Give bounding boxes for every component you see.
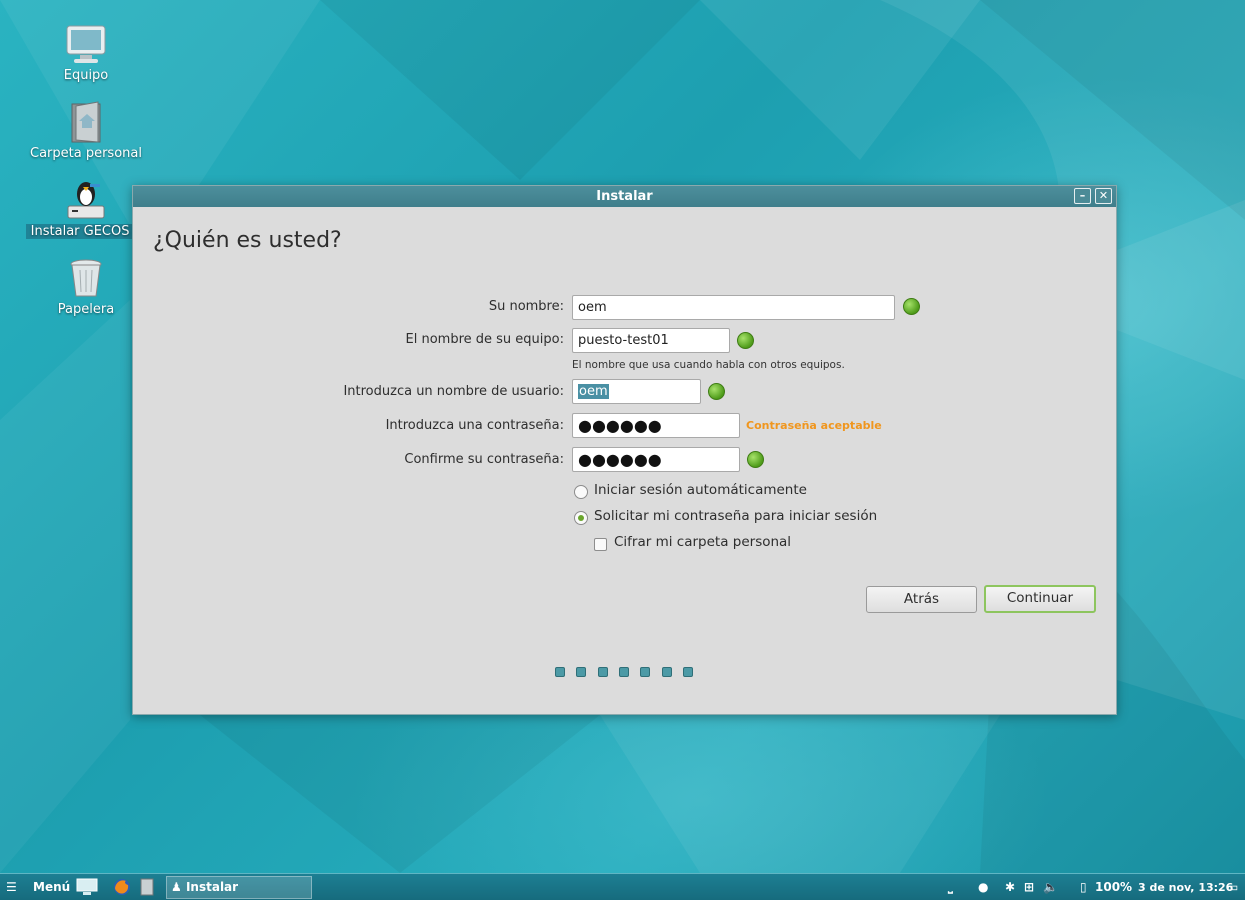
firefox-icon[interactable] bbox=[113, 878, 131, 896]
desktop-icon-label: Equipo bbox=[63, 68, 109, 83]
name-value: oem bbox=[578, 300, 607, 315]
minimize-icon: – bbox=[1079, 189, 1086, 202]
file-manager-icon[interactable] bbox=[139, 878, 155, 896]
taskbar: ☰ Menú ♟ Instalar ⎵ ● ✱ ⊞ 🔈 ▯ 100% 3 de … bbox=[0, 873, 1245, 900]
computer-name-label: El nombre de su equipo: bbox=[405, 332, 564, 347]
installer-icon bbox=[64, 178, 108, 222]
auto-login-label[interactable]: Iniciar sesión automáticamente bbox=[594, 482, 807, 498]
keyboard-icon[interactable]: ⎵ bbox=[948, 874, 953, 900]
home-folder-icon bbox=[64, 100, 108, 144]
desktop-icon-instalar-gecos[interactable]: Instalar GECOS v bbox=[26, 178, 146, 239]
progress-step bbox=[661, 667, 672, 677]
window-titlebar[interactable]: Instalar – ✕ bbox=[133, 186, 1116, 207]
username-field[interactable]: oem bbox=[572, 379, 701, 404]
desktop-icon-label: Instalar GECOS v bbox=[26, 224, 146, 239]
password-value: ●●●●●● bbox=[578, 416, 662, 435]
computer-name-value: puesto-test01 bbox=[578, 333, 669, 348]
battery-level: 100% bbox=[1095, 880, 1133, 894]
close-icon: ✕ bbox=[1098, 189, 1109, 202]
clock[interactable]: 3 de nov, 13:26 bbox=[1138, 874, 1233, 900]
settings-icon[interactable]: ✱ bbox=[1005, 874, 1015, 900]
minimize-button[interactable]: – bbox=[1074, 188, 1091, 204]
confirm-password-field[interactable]: ●●●●●● bbox=[572, 447, 740, 472]
password-strength: Contraseña aceptable bbox=[746, 419, 882, 432]
desktop-icon-label: Carpeta personal bbox=[30, 146, 142, 161]
network-icon[interactable]: ⊞ bbox=[1024, 874, 1034, 900]
username-label: Introduzca un nombre de usuario: bbox=[343, 384, 564, 399]
trash-icon bbox=[64, 256, 108, 300]
name-valid-icon bbox=[903, 298, 920, 315]
progress-step bbox=[618, 667, 629, 677]
desktop-icon-equipo[interactable]: Equipo bbox=[26, 22, 146, 83]
taskbar-window-instalar[interactable]: ♟ Instalar bbox=[166, 876, 312, 899]
user-icon[interactable]: ● bbox=[978, 874, 988, 900]
ask-password-radio[interactable] bbox=[574, 511, 588, 525]
confirm-password-label: Confirme su contraseña: bbox=[404, 452, 564, 467]
progress-step bbox=[682, 667, 693, 677]
username-valid-icon bbox=[708, 383, 725, 400]
computer-icon bbox=[64, 22, 108, 66]
window-title: Instalar bbox=[596, 189, 653, 204]
progress-step bbox=[597, 667, 608, 677]
close-button[interactable]: ✕ bbox=[1095, 188, 1112, 204]
password-label: Introduzca una contraseña: bbox=[385, 418, 564, 433]
encrypt-home-label[interactable]: Cifrar mi carpeta personal bbox=[614, 534, 791, 550]
desktop-icon-papelera[interactable]: Papelera bbox=[26, 256, 146, 317]
page-title: ¿Quién es usted? bbox=[153, 228, 342, 253]
progress-step bbox=[555, 667, 565, 677]
display-icon[interactable]: ▭ bbox=[1227, 874, 1238, 900]
auto-login-radio[interactable] bbox=[574, 485, 588, 499]
name-field[interactable]: oem bbox=[572, 295, 895, 320]
progress-step bbox=[640, 667, 651, 677]
desktop-icon-label: Papelera bbox=[57, 302, 115, 317]
menu-button[interactable]: Menú bbox=[33, 874, 70, 900]
desktop-icon-carpeta-personal[interactable]: Carpeta personal bbox=[26, 100, 146, 161]
back-button[interactable]: Atrás bbox=[866, 586, 977, 613]
continue-button[interactable]: Continuar bbox=[984, 585, 1096, 613]
computer-name-field[interactable]: puesto-test01 bbox=[572, 328, 730, 353]
password-field[interactable]: ●●●●●● bbox=[572, 413, 740, 438]
computer-name-valid-icon bbox=[737, 332, 754, 349]
confirm-password-value: ●●●●●● bbox=[578, 450, 662, 469]
username-value: oem bbox=[578, 384, 609, 399]
installer-icon: ♟ bbox=[171, 880, 182, 894]
encrypt-home-checkbox[interactable] bbox=[594, 538, 607, 551]
volume-icon[interactable]: 🔈 bbox=[1043, 874, 1058, 900]
installer-window: Instalar – ✕ ¿Quién es usted? Su nombre:… bbox=[132, 185, 1117, 715]
computer-name-hint: El nombre que usa cuando habla con otros… bbox=[572, 359, 845, 371]
ask-password-label[interactable]: Solicitar mi contraseña para iniciar ses… bbox=[594, 508, 877, 524]
progress-step bbox=[576, 667, 587, 677]
show-desktop-icon[interactable] bbox=[76, 878, 98, 896]
battery-icon[interactable]: ▯ bbox=[1080, 874, 1087, 900]
menu-icon[interactable]: ☰ bbox=[6, 874, 17, 900]
name-label: Su nombre: bbox=[488, 299, 564, 314]
confirm-password-valid-icon bbox=[747, 451, 764, 468]
taskbar-window-label: Instalar bbox=[185, 880, 239, 894]
